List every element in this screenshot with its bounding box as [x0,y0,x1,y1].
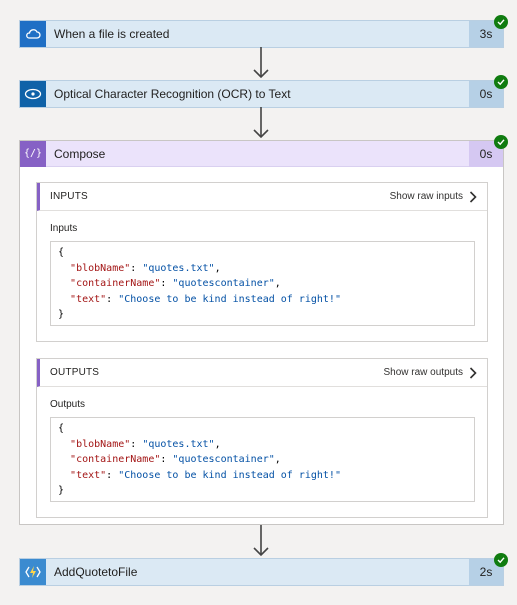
json-value: "quotes.txt" [142,438,215,450]
outputs-section: OUTPUTS Show raw outputs Outputs { "blob… [36,358,488,518]
outputs-section-header: OUTPUTS Show raw outputs [37,359,487,387]
show-raw-inputs-label: Show raw inputs [389,191,463,202]
step-ocr-to-text[interactable]: Optical Character Recognition (OCR) to T… [19,75,508,108]
flow-arrow-icon [253,107,269,139]
chevron-right-icon [469,190,477,203]
json-brace: { [58,247,65,258]
json-brace: } [58,309,65,320]
chevron-right-icon [469,366,477,379]
success-check-icon [494,15,508,29]
inputs-json-box: { "blobName": "quotes.txt", "containerNa… [50,241,475,326]
json-value: "quotescontainer" [172,454,275,465]
show-raw-outputs-link[interactable]: Show raw outputs [383,366,478,379]
step-title: Compose [54,146,106,161]
compose-card: {/} Compose 0s INPUTS Show raw inputs In… [19,135,508,525]
inputs-label: Inputs [50,223,78,234]
section-title: OUTPUTS [50,367,100,378]
step-title: When a file is created [54,27,170,41]
json-key: "text" [70,469,107,481]
outputs-json-box: { "blobName": "quotes.txt", "containerNa… [50,417,475,502]
step-title: Optical Character Recognition (OCR) to T… [54,87,291,101]
eye-icon [20,81,46,107]
success-check-icon [494,75,508,89]
outputs-label: Outputs [50,399,86,410]
success-check-icon [494,135,508,149]
json-key: "containerName" [70,278,161,289]
compose-icon: {/} [20,140,46,167]
function-icon [20,559,46,585]
json-brace: { [58,423,65,434]
compose-header[interactable]: {/} Compose 0s [20,140,503,167]
cloud-icon [20,21,46,47]
json-value: "quotescontainer" [172,278,275,289]
step-title: AddQuotetoFile [54,565,138,579]
success-check-icon [494,553,508,567]
inputs-section: INPUTS Show raw inputs Inputs { "blobNam… [36,182,488,342]
step-when-file-created[interactable]: When a file is created 3s [19,15,508,48]
flow-arrow-icon [253,525,269,557]
json-key: "blobName" [70,262,131,274]
flow-arrow-icon [253,47,269,79]
step-add-quote-to-file[interactable]: AddQuotetoFile 2s [19,553,508,586]
json-value: "Choose to be kind instead of right!" [118,293,341,305]
json-value: "quotes.txt" [142,262,215,274]
show-raw-inputs-link[interactable]: Show raw inputs [389,190,477,203]
json-key: "blobName" [70,438,131,450]
json-value: "Choose to be kind instead of right!" [118,469,341,481]
json-key: "text" [70,293,107,305]
json-key: "containerName" [70,454,161,465]
inputs-section-header: INPUTS Show raw inputs [37,183,487,211]
json-brace: } [58,485,65,496]
show-raw-outputs-label: Show raw outputs [383,367,464,378]
section-title: INPUTS [50,191,88,202]
